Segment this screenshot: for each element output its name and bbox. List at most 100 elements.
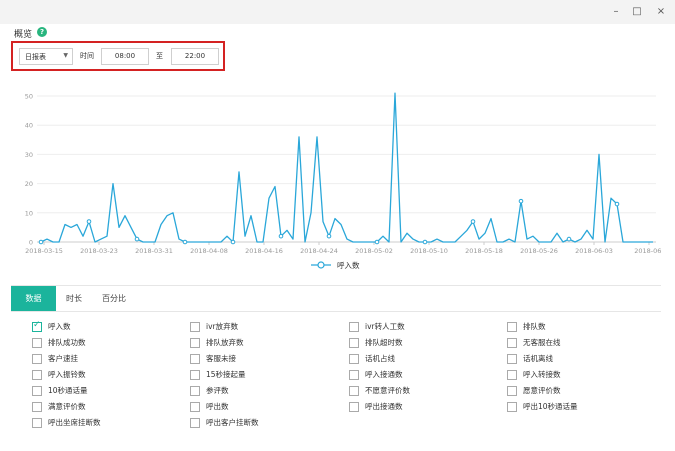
metric-checkbox-label: 呼入接通数: [365, 370, 403, 379]
tab-duration[interactable]: 时长: [56, 286, 92, 311]
metric-checkbox-item[interactable]: 呼入转接数: [507, 368, 657, 382]
y-tick-label: 50: [25, 93, 33, 101]
metric-checkbox-label: 呼出数: [206, 402, 229, 411]
tab-data[interactable]: 数据: [11, 286, 56, 311]
y-tick-label: 20: [25, 180, 33, 188]
metric-checkbox-item[interactable]: 呼入振铃数: [32, 368, 182, 382]
checkbox-icon[interactable]: [349, 370, 359, 380]
x-tick-label: 2018-06-: [634, 247, 661, 255]
close-icon[interactable]: ×: [652, 4, 670, 20]
checkbox-icon[interactable]: [190, 386, 200, 396]
checkbox-icon[interactable]: [32, 354, 42, 364]
metric-checkbox-item[interactable]: 话机占线: [349, 352, 499, 366]
chevron-down-icon: ▼: [63, 52, 68, 59]
maximize-icon[interactable]: □: [628, 4, 646, 20]
metric-checkbox-label: 15秒接起量: [206, 370, 246, 379]
metric-checkbox-label: 呼出10秒通话量: [523, 402, 578, 411]
metric-checkbox-item[interactable]: 不愿意评价数: [349, 384, 499, 398]
checkbox-icon[interactable]: [507, 402, 517, 412]
series-point: [566, 236, 572, 242]
metric-checkbox-item[interactable]: 15秒接起量: [190, 368, 340, 382]
metric-checkbox-label: 愿意评价数: [523, 386, 561, 395]
metric-checkbox-item[interactable]: 呼出接通数: [349, 400, 499, 414]
end-time-input[interactable]: 22:00: [171, 48, 219, 65]
legend-marker-icon: [317, 261, 325, 269]
checkbox-icon[interactable]: [32, 386, 42, 396]
metric-checkbox-item[interactable]: 呼出数: [190, 400, 340, 414]
checkbox-icon[interactable]: [190, 354, 200, 364]
start-time-input[interactable]: 08:00: [101, 48, 149, 65]
checkbox-icon[interactable]: [32, 338, 42, 348]
checkbox-icon[interactable]: [190, 402, 200, 412]
help-icon[interactable]: ?: [37, 27, 47, 37]
checkbox-icon[interactable]: [507, 370, 517, 380]
series-point: [278, 233, 284, 239]
checkbox-icon[interactable]: [349, 386, 359, 396]
page-title: 概览: [14, 30, 33, 40]
checkbox-icon[interactable]: [349, 338, 359, 348]
checkbox-icon[interactable]: [507, 322, 517, 332]
filter-bar: 日报表 ▼ 时间 08:00 至 22:00: [11, 41, 225, 71]
metric-checkbox-item[interactable]: 满意评价数: [32, 400, 182, 414]
checkbox-icon[interactable]: [32, 418, 42, 428]
x-tick-label: 2018-05-02: [355, 247, 393, 255]
checkbox-checked-icon[interactable]: [32, 320, 42, 332]
metric-checkbox-item[interactable]: ivr放弃数: [190, 320, 340, 334]
metric-checkbox-label: 满意评价数: [48, 402, 86, 411]
metric-checkbox-item[interactable]: 愿意评价数: [507, 384, 657, 398]
report-type-select[interactable]: 日报表 ▼: [19, 48, 73, 65]
x-tick-label: 2018-06-03: [575, 247, 613, 255]
checkbox-icon[interactable]: [190, 338, 200, 348]
metric-checkbox-item[interactable]: 呼出客户挂断数: [190, 416, 340, 430]
series-point: [614, 201, 620, 207]
metric-checkbox-item[interactable]: 呼入数: [32, 320, 182, 334]
x-tick-label: 2018-04-24: [300, 247, 338, 255]
checkbox-icon[interactable]: [190, 370, 200, 380]
metric-checkbox-label: 参评数: [206, 386, 229, 395]
y-tick-label: 30: [25, 151, 33, 159]
metric-checkbox-item[interactable]: 呼出坐席挂断数: [32, 416, 182, 430]
metric-checkbox-item[interactable]: 呼出10秒通话量: [507, 400, 657, 414]
metric-checkbox-item[interactable]: 话机离线: [507, 352, 657, 366]
metric-checkbox-item[interactable]: ivr转人工数: [349, 320, 499, 334]
y-tick-label: 0: [29, 239, 33, 247]
metric-checkbox-item[interactable]: 排队数: [507, 320, 657, 334]
metric-checkbox-label: 客服未接: [206, 354, 236, 363]
metric-checkbox-item[interactable]: 客户速挂: [32, 352, 182, 366]
checkbox-icon[interactable]: [507, 354, 517, 364]
minimize-icon[interactable]: –: [607, 4, 625, 20]
metric-checkbox-item[interactable]: 参评数: [190, 384, 340, 398]
metric-checkbox-label: 话机占线: [365, 354, 395, 363]
title-bar: – □ ×: [0, 0, 675, 24]
checkbox-icon[interactable]: [507, 386, 517, 396]
series-point: [518, 198, 524, 204]
metric-checkbox-item[interactable]: 10秒通话量: [32, 384, 182, 398]
x-tick-label: 2018-03-15: [25, 247, 63, 255]
series-point: [230, 239, 236, 245]
metric-checkbox-item[interactable]: 排队超时数: [349, 336, 499, 350]
series-point: [182, 239, 188, 245]
checkbox-icon[interactable]: [349, 322, 359, 332]
checkbox-icon[interactable]: [32, 402, 42, 412]
checkbox-icon[interactable]: [349, 354, 359, 364]
metric-checkbox-label: 呼入数: [48, 322, 71, 331]
metric-checkbox-item[interactable]: 无客服在线: [507, 336, 657, 350]
metric-checkbox-label: 呼入转接数: [523, 370, 561, 379]
report-type-value: 日报表: [25, 53, 46, 61]
series-point: [326, 233, 332, 239]
checkbox-icon[interactable]: [190, 322, 200, 332]
x-tick-label: 2018-05-26: [520, 247, 558, 255]
checkbox-icon[interactable]: [32, 370, 42, 380]
line-chart: 0 10 20 30 40 50 2018-03-15 2018-03-23 2018-03-3…: [11, 85, 664, 280]
checkbox-icon[interactable]: [190, 418, 200, 428]
metric-checkbox-item[interactable]: 排队放弃数: [190, 336, 340, 350]
metric-checkbox-item[interactable]: 排队成功数: [32, 336, 182, 350]
metric-checkbox-label: 10秒通话量: [48, 386, 88, 395]
checkbox-icon[interactable]: [507, 338, 517, 348]
metric-checkbox-label: 无客服在线: [523, 338, 561, 347]
metric-checkbox-item[interactable]: 呼入接通数: [349, 368, 499, 382]
tab-percentage[interactable]: 百分比: [92, 286, 136, 311]
x-tick-label: 2018-05-10: [410, 247, 448, 255]
checkbox-icon[interactable]: [349, 402, 359, 412]
metric-checkbox-item[interactable]: 客服未接: [190, 352, 340, 366]
